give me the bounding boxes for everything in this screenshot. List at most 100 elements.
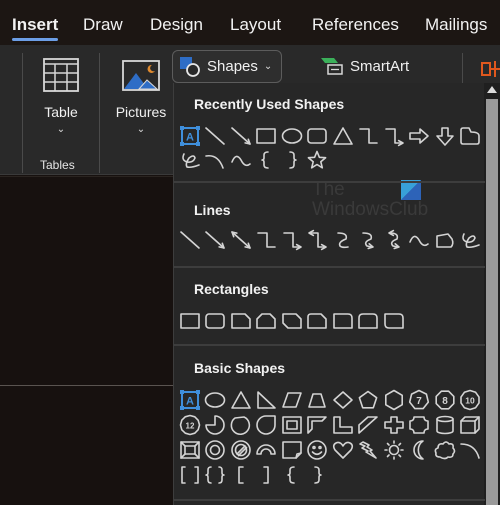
block-arc-icon xyxy=(256,444,277,455)
shape-right-triangle[interactable] xyxy=(254,389,280,411)
table-button[interactable]: Table ⌄ xyxy=(38,57,84,135)
tab-layout[interactable]: Layout xyxy=(230,15,281,35)
shape-lightning-bolt[interactable] xyxy=(356,439,382,461)
shape-pentagon[interactable] xyxy=(356,389,382,411)
elbow-connector-icon xyxy=(359,128,379,144)
shape-elbow-double-arrow-connector[interactable] xyxy=(305,229,331,251)
shape-line[interactable] xyxy=(203,125,229,147)
shape-l-shape[interactable] xyxy=(330,414,356,436)
shape-teardrop[interactable] xyxy=(254,414,280,436)
shape-double-brace[interactable] xyxy=(203,464,229,486)
shape-down-arrow[interactable] xyxy=(432,125,458,147)
shape-scribble[interactable] xyxy=(458,229,484,251)
scrollbar-thumb[interactable] xyxy=(486,99,498,505)
shape-snip-single-corner[interactable] xyxy=(228,310,254,332)
shape-flowchart-shape[interactable] xyxy=(458,125,484,147)
shape-rounded-rectangle[interactable] xyxy=(203,310,229,332)
shape-elbow-arrow-connector[interactable] xyxy=(381,125,407,147)
shape-line-arrow[interactable] xyxy=(228,125,254,147)
shape-arc-curve[interactable] xyxy=(203,149,229,171)
shapes-button[interactable]: Shapes ⌄ xyxy=(172,50,282,83)
chord-icon xyxy=(230,416,250,436)
shape-can[interactable] xyxy=(432,414,458,436)
shape-snip-diagonal[interactable] xyxy=(279,310,305,332)
diamond-icon xyxy=(332,391,353,409)
shape-oval[interactable] xyxy=(203,389,229,411)
shape-right-bracket[interactable] xyxy=(254,464,280,486)
shape-heptagon[interactable]: 7 xyxy=(407,389,433,411)
tab-references[interactable]: References xyxy=(312,15,399,35)
shape-block-arc[interactable] xyxy=(254,439,280,461)
shape-dodecagon[interactable]: 12 xyxy=(177,414,203,436)
shape-line-arrow[interactable] xyxy=(203,229,229,251)
shape-donut[interactable] xyxy=(203,439,229,461)
shape-curved-double-arrow-connector[interactable] xyxy=(381,229,407,251)
shape-round-same-side[interactable] xyxy=(356,310,382,332)
shape-right-brace[interactable] xyxy=(279,149,305,171)
shape-line[interactable] xyxy=(177,229,203,251)
shape-isosceles-triangle[interactable] xyxy=(228,389,254,411)
shape-elbow-arrow-connector[interactable] xyxy=(279,229,305,251)
shape-plaque[interactable] xyxy=(407,414,433,436)
shape-half-frame[interactable] xyxy=(305,414,331,436)
shape-octagon[interactable]: 8 xyxy=(432,389,458,411)
tab-design[interactable]: Design xyxy=(150,15,203,35)
shape-left-bracket[interactable] xyxy=(228,464,254,486)
shape-frame[interactable] xyxy=(279,414,305,436)
shape-left-brace[interactable] xyxy=(279,464,305,486)
shape-cross[interactable] xyxy=(381,414,407,436)
shape-rectangle[interactable] xyxy=(254,125,280,147)
shape-smiley-face[interactable] xyxy=(305,439,331,461)
shape-text-box[interactable]: A xyxy=(177,125,203,147)
shape-rectangle[interactable] xyxy=(177,310,203,332)
shape-pie[interactable] xyxy=(203,414,229,436)
shape-hexagon[interactable] xyxy=(381,389,407,411)
shape-round-diagonal[interactable] xyxy=(381,310,407,332)
shape-triangle[interactable] xyxy=(330,125,356,147)
shape-curved-connector[interactable] xyxy=(330,229,356,251)
shape-text-box[interactable]: A xyxy=(177,389,203,411)
shape-arc[interactable] xyxy=(458,439,484,461)
shape-double-bracket[interactable] xyxy=(177,464,203,486)
shape-elbow-connector[interactable] xyxy=(356,125,382,147)
shape-curve[interactable] xyxy=(228,149,254,171)
shape-parallelogram[interactable] xyxy=(279,389,305,411)
shape-oval[interactable] xyxy=(279,125,305,147)
shape-snip-round-single[interactable] xyxy=(305,310,331,332)
shape-round-single-corner[interactable] xyxy=(330,310,356,332)
shape-bevel[interactable] xyxy=(177,439,203,461)
shape-decagon[interactable]: 10 xyxy=(458,389,484,411)
shape-cloud[interactable] xyxy=(432,439,458,461)
shape-heart[interactable] xyxy=(330,439,356,461)
shape-moon[interactable] xyxy=(407,439,433,461)
shape-curved-arrow-connector[interactable] xyxy=(356,229,382,251)
shape-rounded-rectangle[interactable] xyxy=(305,125,331,147)
shape-line-double-arrow[interactable] xyxy=(228,229,254,251)
chart-icon-partial[interactable] xyxy=(481,59,500,79)
shape-scribble[interactable] xyxy=(177,149,203,171)
shape-freeform[interactable] xyxy=(432,229,458,251)
tab-mailings[interactable]: Mailings xyxy=(425,15,487,35)
shape-sun[interactable] xyxy=(381,439,407,461)
shape-diamond[interactable] xyxy=(330,389,356,411)
tab-insert[interactable]: Insert xyxy=(12,15,59,41)
shape-chord[interactable] xyxy=(228,414,254,436)
shape-trapezoid[interactable] xyxy=(305,389,331,411)
shape-folded-corner[interactable] xyxy=(279,439,305,461)
shape-right-brace[interactable] xyxy=(305,464,331,486)
scroll-up-arrow-icon[interactable] xyxy=(487,86,497,93)
shape-curve[interactable] xyxy=(407,229,433,251)
shape-left-brace[interactable] xyxy=(254,149,280,171)
scrollbar[interactable] xyxy=(484,83,500,505)
pictures-button[interactable]: Pictures ⌄ xyxy=(110,59,172,135)
shape-elbow-connector[interactable] xyxy=(254,229,280,251)
shape-star[interactable] xyxy=(305,149,331,171)
smartart-button[interactable]: SmartArt xyxy=(320,56,409,76)
shape-snip-same-side[interactable] xyxy=(254,310,280,332)
shape-diagonal-stripe[interactable] xyxy=(356,414,382,436)
shape-right-arrow[interactable] xyxy=(407,125,433,147)
shape-cube[interactable] xyxy=(458,414,484,436)
document-canvas[interactable] xyxy=(0,176,175,505)
shape-no-symbol[interactable] xyxy=(228,439,254,461)
tab-draw[interactable]: Draw xyxy=(83,15,123,35)
